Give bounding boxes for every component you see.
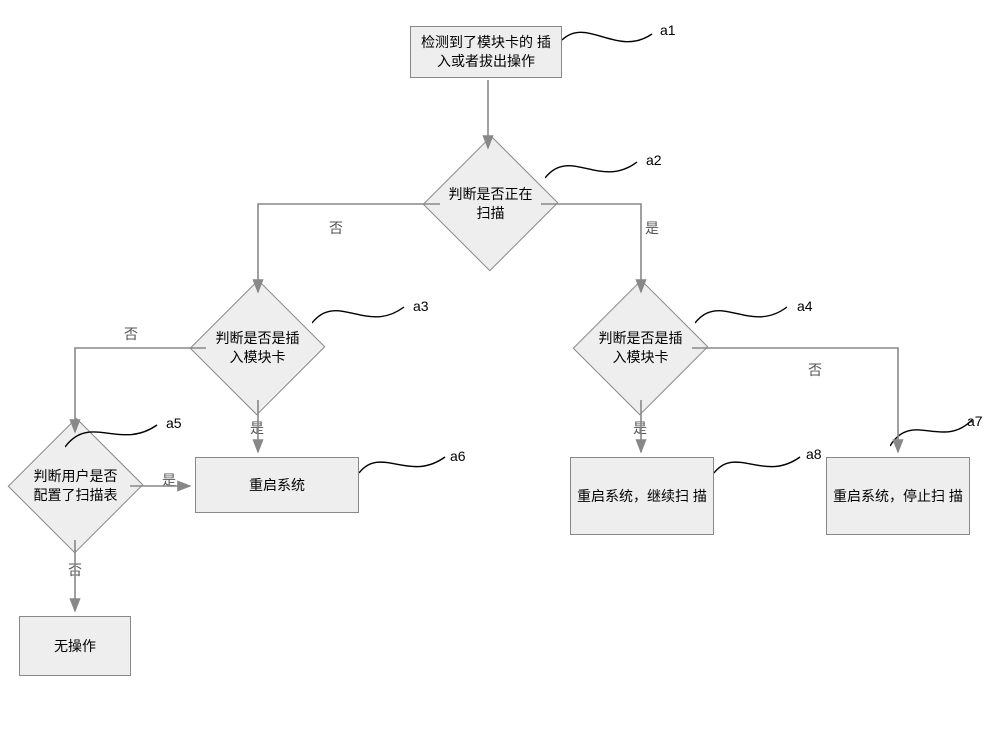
node-a6-text: 重启系统 (249, 476, 305, 495)
tag-a8: a8 (806, 446, 822, 462)
label-a3-no: 否 (124, 324, 138, 344)
tag-a5: a5 (166, 415, 182, 431)
flowchart: 检测到了模块卡的 插入或者拔出操作 a1 判断是否正在 扫描 a2 否 是 判断… (0, 0, 1000, 736)
tag-curve-a2 (545, 150, 655, 200)
tag-a6: a6 (450, 448, 466, 464)
tag-a2: a2 (646, 152, 662, 168)
node-a3: 判断是否是插 入模块卡 (210, 300, 305, 395)
tag-a3: a3 (413, 298, 429, 314)
connectors (0, 0, 1000, 736)
tag-curve-a4 (695, 295, 805, 345)
tag-a4: a4 (797, 298, 813, 314)
node-a7-text: 重启系统，停止扫 描 (833, 487, 963, 506)
tag-a7: a7 (967, 413, 983, 429)
tag-curve-a6 (359, 447, 459, 492)
node-a1: 检测到了模块卡的 插入或者拔出操作 (410, 26, 562, 78)
node-noop-text: 无操作 (54, 637, 96, 656)
node-a6: 重启系统 (195, 457, 359, 513)
tag-curve-a3 (312, 295, 422, 345)
label-a2-no: 否 (329, 218, 343, 238)
node-noop: 无操作 (19, 616, 131, 676)
label-a3-yes: 是 (250, 418, 264, 438)
node-a1-text: 检测到了模块卡的 插入或者拔出操作 (417, 33, 555, 71)
tag-curve-a8 (714, 447, 814, 492)
node-a2: 判断是否正在 扫描 (443, 156, 538, 251)
node-a4: 判断是否是插 入模块卡 (593, 300, 688, 395)
node-a5: 判断用户是否 配置了扫描表 (28, 438, 123, 533)
label-a5-yes: 是 (162, 470, 176, 490)
tag-a1: a1 (660, 22, 676, 38)
label-a5-no: 否 (68, 560, 82, 580)
label-a4-yes: 是 (633, 418, 647, 438)
node-a8-text: 重启系统，继续扫 描 (577, 487, 707, 506)
node-a7: 重启系统，停止扫 描 (826, 457, 970, 535)
node-a8: 重启系统，继续扫 描 (570, 457, 714, 535)
label-a4-no: 否 (808, 360, 822, 380)
label-a2-yes: 是 (645, 218, 659, 238)
